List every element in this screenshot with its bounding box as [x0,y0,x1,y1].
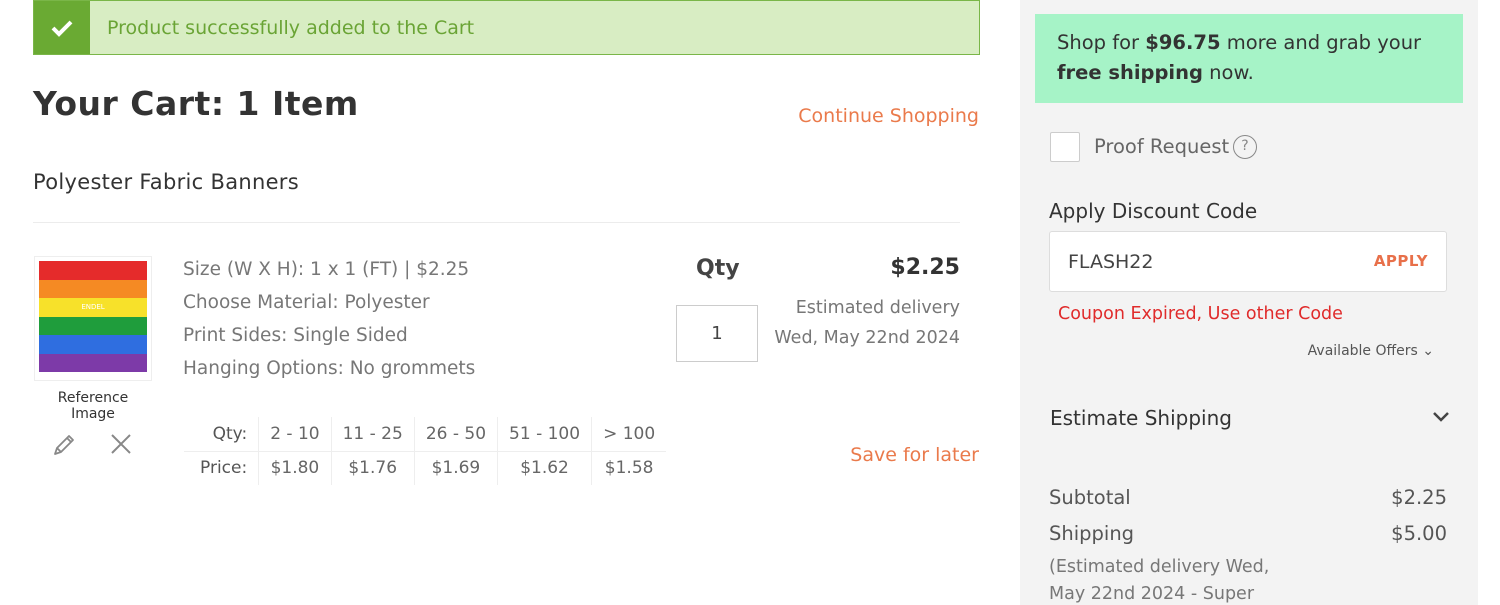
help-icon[interactable]: ? [1233,135,1257,159]
estimate-shipping-toggle[interactable]: Estimate Shipping [1050,406,1450,430]
thumb-stripe [39,279,147,298]
coupon-error-message: Coupon Expired, Use other Code [1058,304,1343,324]
estimate-shipping-label: Estimate Shipping [1050,406,1232,430]
tier-qty-cell: 2 - 10 [258,417,332,452]
free-shipping-promo: Shop for $96.75 more and grab your free … [1035,14,1463,103]
divider [33,222,960,223]
proof-request-checkbox[interactable] [1050,132,1080,162]
tier-qty-cell: 51 - 100 [497,417,592,452]
qty-label: Qty [696,256,740,281]
product-thumbnail[interactable]: ENDEL [34,256,152,381]
success-message: Product successfully added to the Cart [107,16,475,39]
promo-amount: $96.75 [1145,31,1221,54]
tier-qty-row: Qty: 2 - 10 11 - 25 26 - 50 51 - 100 > 1… [184,417,667,452]
option-material: Choose Material: Polyester [183,292,430,313]
discount-code-box: APPLY [1049,231,1447,292]
tier-price-cell: $1.76 [330,451,415,485]
discount-code-title: Apply Discount Code [1049,199,1258,223]
save-for-later-link[interactable]: Save for later [850,444,979,466]
option-print-sides: Print Sides: Single Sided [183,325,408,346]
thumb-stripe-text: ENDEL [39,298,147,317]
discount-code-input[interactable] [1068,247,1348,277]
tier-price-cell: $1.80 [258,451,332,485]
subtotal-row: Subtotal $2.25 [1049,486,1447,509]
shipping-value: $5.00 [1391,522,1447,545]
option-hanging: Hanging Options: No grommets [183,358,476,379]
quantity-input[interactable] [676,305,758,362]
estimated-delivery: Estimated delivery Wed, May 22nd 2024 [774,293,960,353]
thumb-stripe [39,353,147,372]
tier-price-cell: $1.58 [591,451,667,485]
promo-text-mid: more and grab your [1220,31,1422,54]
apply-button[interactable]: APPLY [1374,252,1428,270]
product-name: Polyester Fabric Banners [33,170,299,194]
check-icon [34,1,90,54]
item-price: $2.25 [890,255,960,280]
tier-price-header: Price: [200,458,248,479]
order-summary-panel: Shop for $96.75 more and grab your free … [1020,0,1478,605]
chevron-down-icon [1432,404,1450,429]
success-banner: Product successfully added to the Cart [33,0,980,55]
thumb-stripe [39,335,147,354]
subtotal-label: Subtotal [1049,486,1131,509]
product-options: Size (W X H): 1 x 1 (FT) | $2.25 Choose … [183,256,475,388]
tier-price-row: Price: $1.80 $1.76 $1.69 $1.62 $1.58 [184,451,667,485]
shipping-label: Shipping [1049,522,1135,545]
shipping-note: (Estimated delivery Wed, May 22nd 2024 -… [1049,557,1270,604]
available-offers-toggle[interactable]: Available Offers ⌄ [1308,343,1434,359]
proof-request-label[interactable]: Proof Request [1094,135,1229,158]
promo-free-shipping: free shipping [1057,61,1203,84]
reference-image-caption: Reference Image [57,390,129,422]
thumb-stripe [39,261,147,280]
continue-shopping-link[interactable]: Continue Shopping [798,105,979,127]
promo-text-pre: Shop for [1057,31,1146,54]
pencil-icon[interactable] [50,431,78,459]
promo-text-post: now. [1202,61,1254,84]
tier-qty-cell: > 100 [591,417,667,452]
option-size: Size (W X H): 1 x 1 (FT) | $2.25 [183,259,470,280]
delivery-label: Estimated delivery [795,298,960,318]
cart-title: Your Cart: 1 Item [33,84,359,123]
close-icon[interactable] [108,431,134,457]
tier-pricing-table: Qty: 2 - 10 11 - 25 26 - 50 51 - 100 > 1… [184,417,667,485]
delivery-date: Wed, May 22nd 2024 [774,328,960,348]
tier-qty-cell: 11 - 25 [330,417,415,452]
tier-qty-cell: 26 - 50 [413,417,498,452]
shipping-row: Shipping $5.00 [1049,522,1447,545]
tier-price-cell: $1.62 [497,451,592,485]
tier-qty-header: Qty: [184,417,259,452]
thumb-stripe [39,316,147,335]
tier-price-cell: $1.69 [413,451,498,485]
subtotal-value: $2.25 [1391,486,1447,509]
